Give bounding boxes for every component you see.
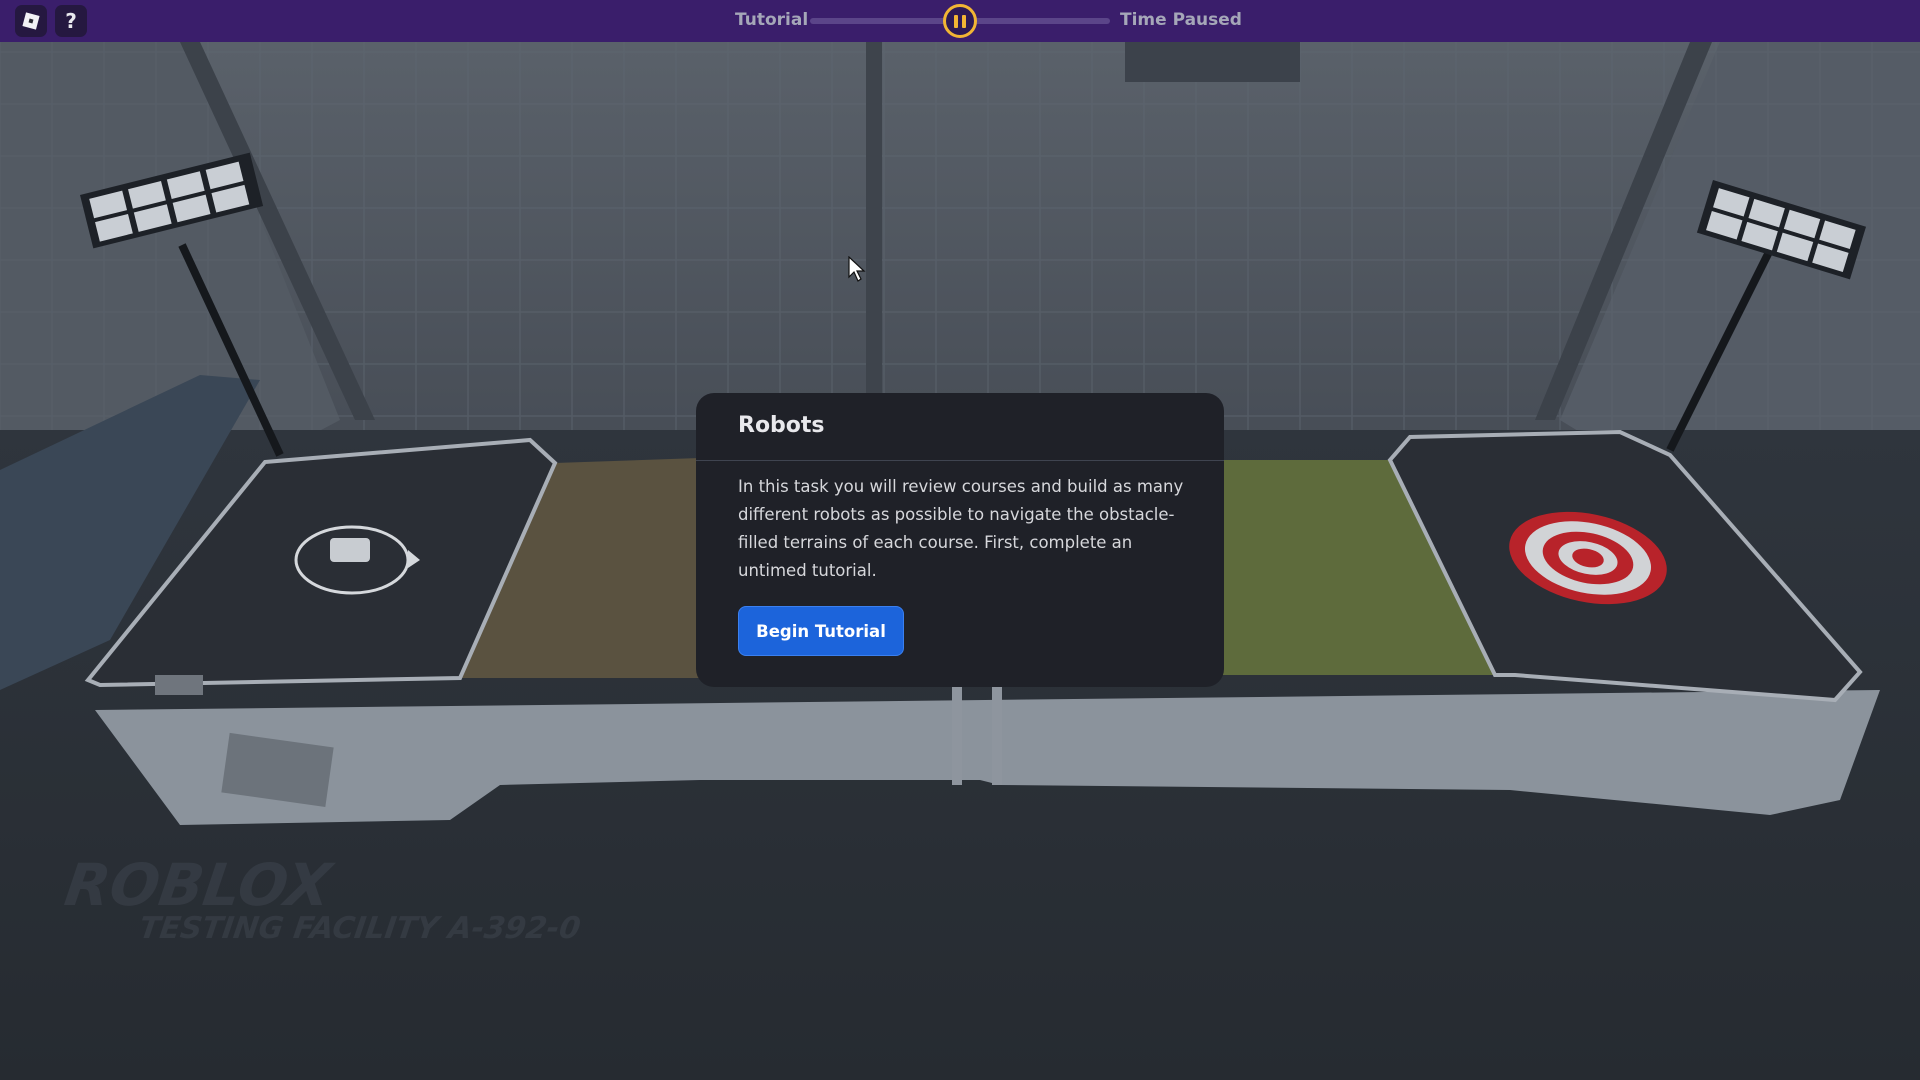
begin-tutorial-button[interactable]: Begin Tutorial bbox=[738, 606, 904, 656]
time-paused-label: Time Paused bbox=[1120, 10, 1242, 30]
roblox-menu-button[interactable] bbox=[15, 5, 47, 37]
task-progress: Tutorial Time Paused bbox=[700, 0, 1260, 42]
support-post bbox=[952, 685, 962, 785]
tutorial-label: Tutorial bbox=[735, 10, 809, 30]
dialog-title: Robots bbox=[738, 413, 825, 438]
question-mark-icon: ? bbox=[65, 9, 77, 33]
robot-model bbox=[330, 538, 370, 562]
top-bar: ? Tutorial Time Paused bbox=[0, 0, 1920, 42]
floor-plate bbox=[155, 675, 203, 695]
task-dialog: Robots In this task you will review cour… bbox=[696, 393, 1224, 687]
dialog-description: In this task you will review courses and… bbox=[738, 477, 1184, 580]
support-beam bbox=[866, 42, 882, 402]
dialog-divider bbox=[696, 460, 1224, 461]
roblox-logo-icon bbox=[22, 12, 40, 30]
floor-decal-logo: ROBLOX bbox=[61, 851, 339, 919]
mouse-cursor-icon bbox=[848, 256, 866, 282]
support-post bbox=[992, 685, 1002, 785]
floor-decal-subtitle: TESTING FACILITY A-392-0 bbox=[137, 911, 583, 946]
game-viewport: ROBLOX TESTING FACILITY A-392-0 ? Tutori… bbox=[0, 0, 1920, 1080]
ceiling-block bbox=[1125, 42, 1300, 82]
pause-button[interactable] bbox=[943, 4, 977, 38]
help-button[interactable]: ? bbox=[55, 5, 87, 37]
pause-icon bbox=[962, 14, 966, 28]
pause-icon bbox=[954, 14, 958, 28]
